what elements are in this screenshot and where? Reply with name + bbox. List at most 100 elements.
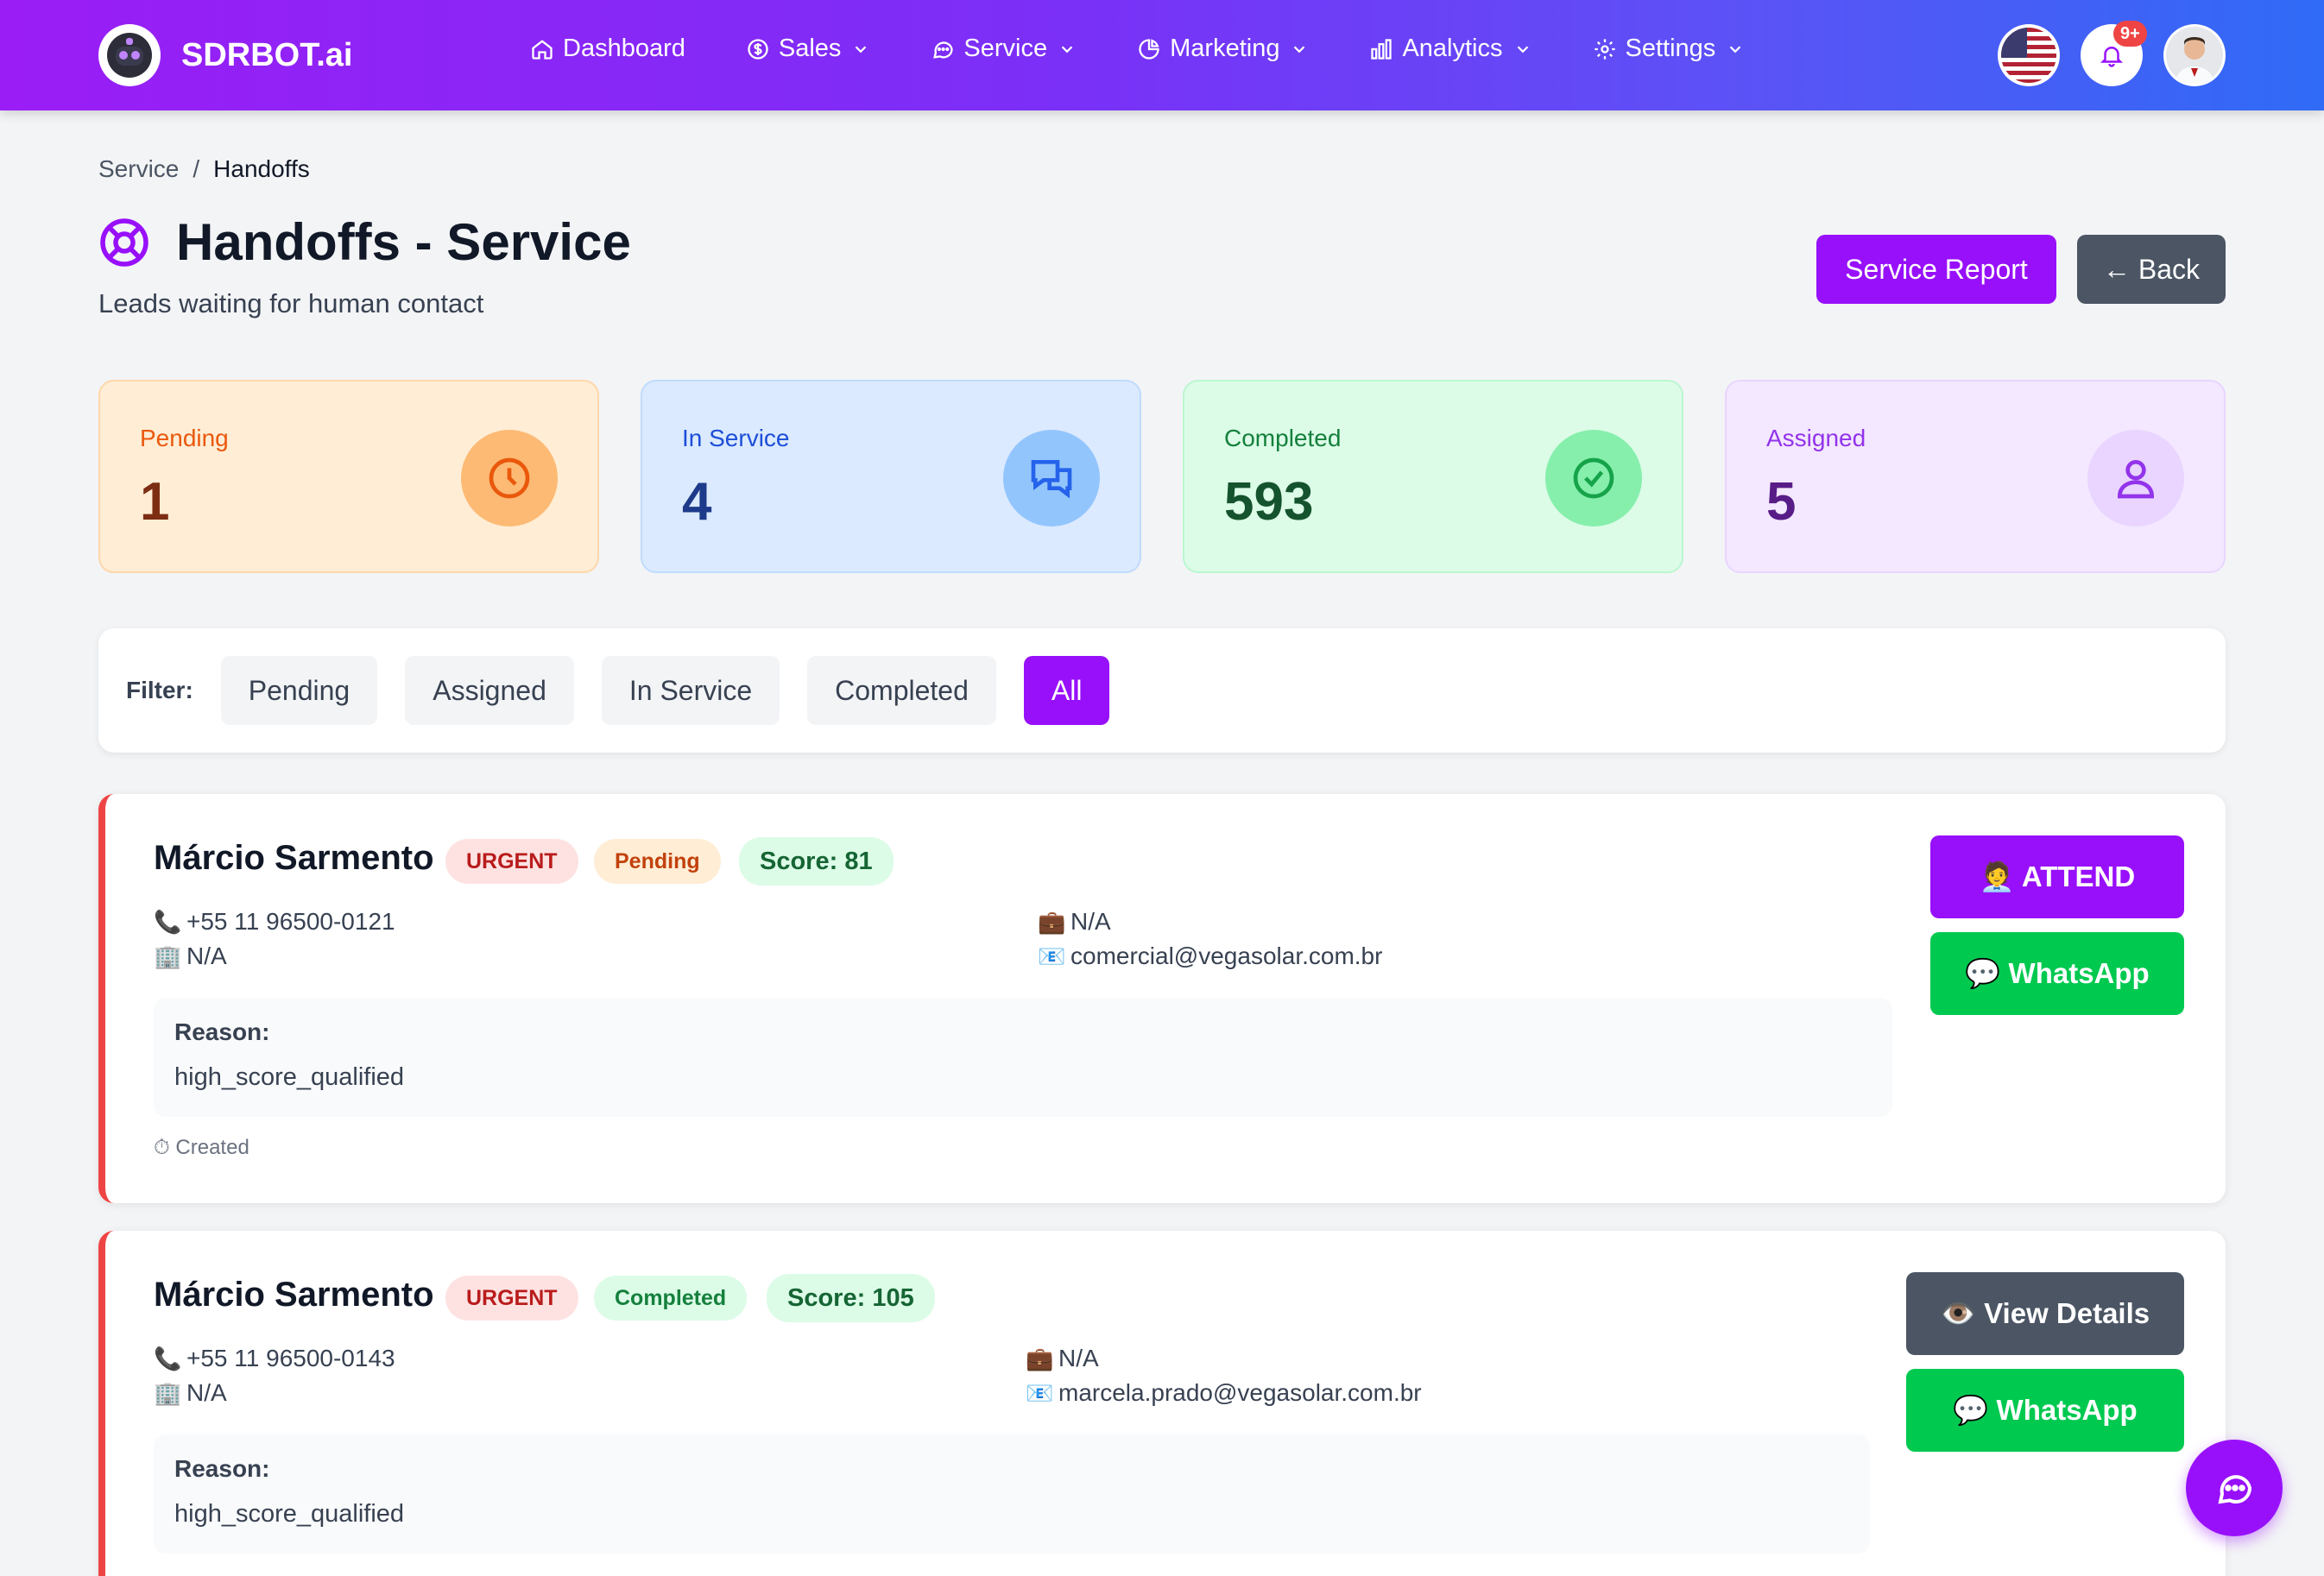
handoff-card: Márcio Sarmento URGENT Completed Score: …: [98, 1231, 2226, 1576]
notification-count-badge: 9+: [2113, 21, 2147, 47]
brand-logo[interactable]: SDRBOT.ai: [98, 24, 352, 86]
nav-service[interactable]: Service: [931, 35, 1077, 63]
bell-icon: [2100, 47, 2124, 67]
nav-marketing-label: Marketing: [1170, 35, 1280, 62]
stat-assigned-value: 5: [1766, 472, 1797, 532]
building-icon: 🏢: [154, 1379, 182, 1406]
reason-value: high_score_qualified: [174, 1063, 405, 1091]
lead-job: 💼 N/A: [1038, 908, 1111, 936]
chat-bubbles-icon: [1003, 430, 1100, 526]
chat-fab-button[interactable]: [2186, 1440, 2283, 1536]
gear-icon: [1594, 38, 1615, 60]
filter-label: Filter:: [126, 677, 193, 703]
lead-email-value: marcela.prado@vegasolar.com.br: [1058, 1379, 1422, 1406]
nav-service-label: Service: [963, 35, 1048, 62]
filter-bar: Filter: Pending Assigned In Service Comp…: [98, 628, 2226, 753]
service-report-button[interactable]: Service Report: [1816, 235, 2056, 304]
email-icon: 📧: [1038, 942, 1066, 969]
view-details-button[interactable]: 👁️ View Details: [1906, 1272, 2184, 1355]
nav-settings[interactable]: Settings: [1593, 35, 1746, 63]
status-badge: Completed: [594, 1276, 748, 1321]
handoff-card: Márcio Sarmento URGENT Pending Score: 81…: [98, 794, 2226, 1203]
language-selector[interactable]: [1998, 24, 2060, 86]
phone-icon: 📞: [154, 908, 182, 935]
reason-box: Reason: high_score_qualified: [154, 998, 1892, 1117]
breadcrumb-service-link[interactable]: Service: [98, 155, 179, 183]
briefcase-icon: 💼: [1038, 908, 1066, 935]
nav-settings-label: Settings: [1625, 35, 1716, 62]
lead-company: 🏢 N/A: [154, 942, 227, 970]
page-subtitle: Leads waiting for human contact: [98, 288, 484, 318]
avatar-icon: [2166, 27, 2223, 84]
us-flag-icon: [2001, 28, 2056, 83]
nav-dashboard-label: Dashboard: [563, 35, 685, 62]
lead-job-value: N/A: [1070, 908, 1111, 935]
breadcrumb-current: Handoffs: [213, 155, 310, 182]
user-icon: [2087, 430, 2184, 526]
stat-card-in-service: In Service 4: [641, 380, 1141, 573]
breadcrumb-separator: /: [193, 155, 200, 182]
lead-name: Márcio Sarmento: [154, 839, 434, 877]
lead-email: 📧 comercial@vegasolar.com.br: [1038, 942, 1382, 970]
attend-button[interactable]: 🧑‍💼 ATTEND: [1930, 835, 2184, 918]
check-circle-icon: [1545, 430, 1642, 526]
stat-pending-label: Pending: [140, 425, 229, 451]
priority-badge: URGENT: [445, 839, 578, 884]
whatsapp-button[interactable]: 💬 WhatsApp: [1906, 1369, 2184, 1452]
score-badge: Score: 105: [767, 1274, 935, 1322]
page-title-text: Handoffs - Service: [176, 213, 631, 271]
nav-sales-label: Sales: [778, 35, 842, 62]
nav-analytics-label: Analytics: [1402, 35, 1503, 62]
brand-name: SDRBOT.ai: [181, 36, 353, 73]
chat-icon: [2218, 1475, 2252, 1504]
filter-assigned[interactable]: Assigned: [405, 656, 574, 725]
whatsapp-button[interactable]: 💬 WhatsApp: [1930, 932, 2184, 1015]
status-badge: Pending: [594, 839, 721, 884]
briefcase-icon: 💼: [1026, 1345, 1054, 1371]
nav-analytics[interactable]: Analytics: [1369, 35, 1531, 63]
email-icon: 📧: [1026, 1379, 1054, 1406]
lead-company-value: N/A: [186, 1379, 227, 1406]
reason-box: Reason: high_score_qualified: [154, 1434, 1870, 1554]
pie-chart-icon: [1139, 38, 1159, 60]
stat-card-completed: Completed 593: [1183, 380, 1683, 573]
reason-label: Reason:: [174, 1018, 270, 1045]
chevron-down-icon: [856, 45, 867, 53]
filter-pending[interactable]: Pending: [220, 656, 378, 725]
stat-in-service-value: 4: [682, 472, 712, 532]
lead-phone-value: +55 11 96500-0143: [186, 1345, 395, 1371]
nav-dashboard[interactable]: Dashboard: [530, 35, 685, 63]
stat-pending-value: 1: [140, 472, 170, 532]
page-title: Handoffs - Service: [98, 212, 631, 272]
reason-value: high_score_qualified: [174, 1500, 405, 1528]
lead-company: 🏢 N/A: [154, 1379, 227, 1407]
lead-email-value: comercial@vegasolar.com.br: [1070, 942, 1383, 969]
chevron-down-icon: [1517, 45, 1528, 53]
created-label: Created: [175, 1136, 249, 1159]
clock-icon: [461, 430, 558, 526]
back-button[interactable]: ← Back: [2077, 235, 2226, 304]
top-navbar: SDRBOT.ai Dashboard Sales Service Market…: [0, 0, 2324, 110]
score-badge: Score: 81: [739, 837, 894, 886]
lead-email: 📧 marcela.prado@vegasolar.com.br: [1026, 1379, 1422, 1407]
filter-in-service[interactable]: In Service: [601, 656, 780, 725]
priority-badge: URGENT: [445, 1276, 578, 1321]
home-icon: [532, 39, 553, 60]
nav-marketing[interactable]: Marketing: [1137, 35, 1309, 63]
lead-phone: 📞 +55 11 96500-0121: [154, 908, 395, 936]
chevron-down-icon: [1294, 45, 1305, 53]
building-icon: 🏢: [154, 942, 182, 969]
created-info: ⏱ Created: [154, 1136, 249, 1160]
bar-chart-icon: [1371, 38, 1393, 60]
phone-icon: 📞: [154, 1345, 182, 1371]
stat-card-pending: Pending 1: [98, 380, 599, 573]
filter-completed[interactable]: Completed: [807, 656, 996, 725]
user-avatar[interactable]: [2163, 24, 2226, 86]
nav-sales[interactable]: Sales: [746, 35, 871, 63]
filter-all[interactable]: All: [1023, 656, 1110, 725]
stat-in-service-label: In Service: [682, 425, 790, 451]
lead-phone: 📞 +55 11 96500-0143: [154, 1345, 395, 1372]
stopwatch-icon: ⏱: [154, 1136, 170, 1159]
stat-card-assigned: Assigned 5: [1725, 380, 2226, 573]
lead-company-value: N/A: [186, 942, 227, 969]
